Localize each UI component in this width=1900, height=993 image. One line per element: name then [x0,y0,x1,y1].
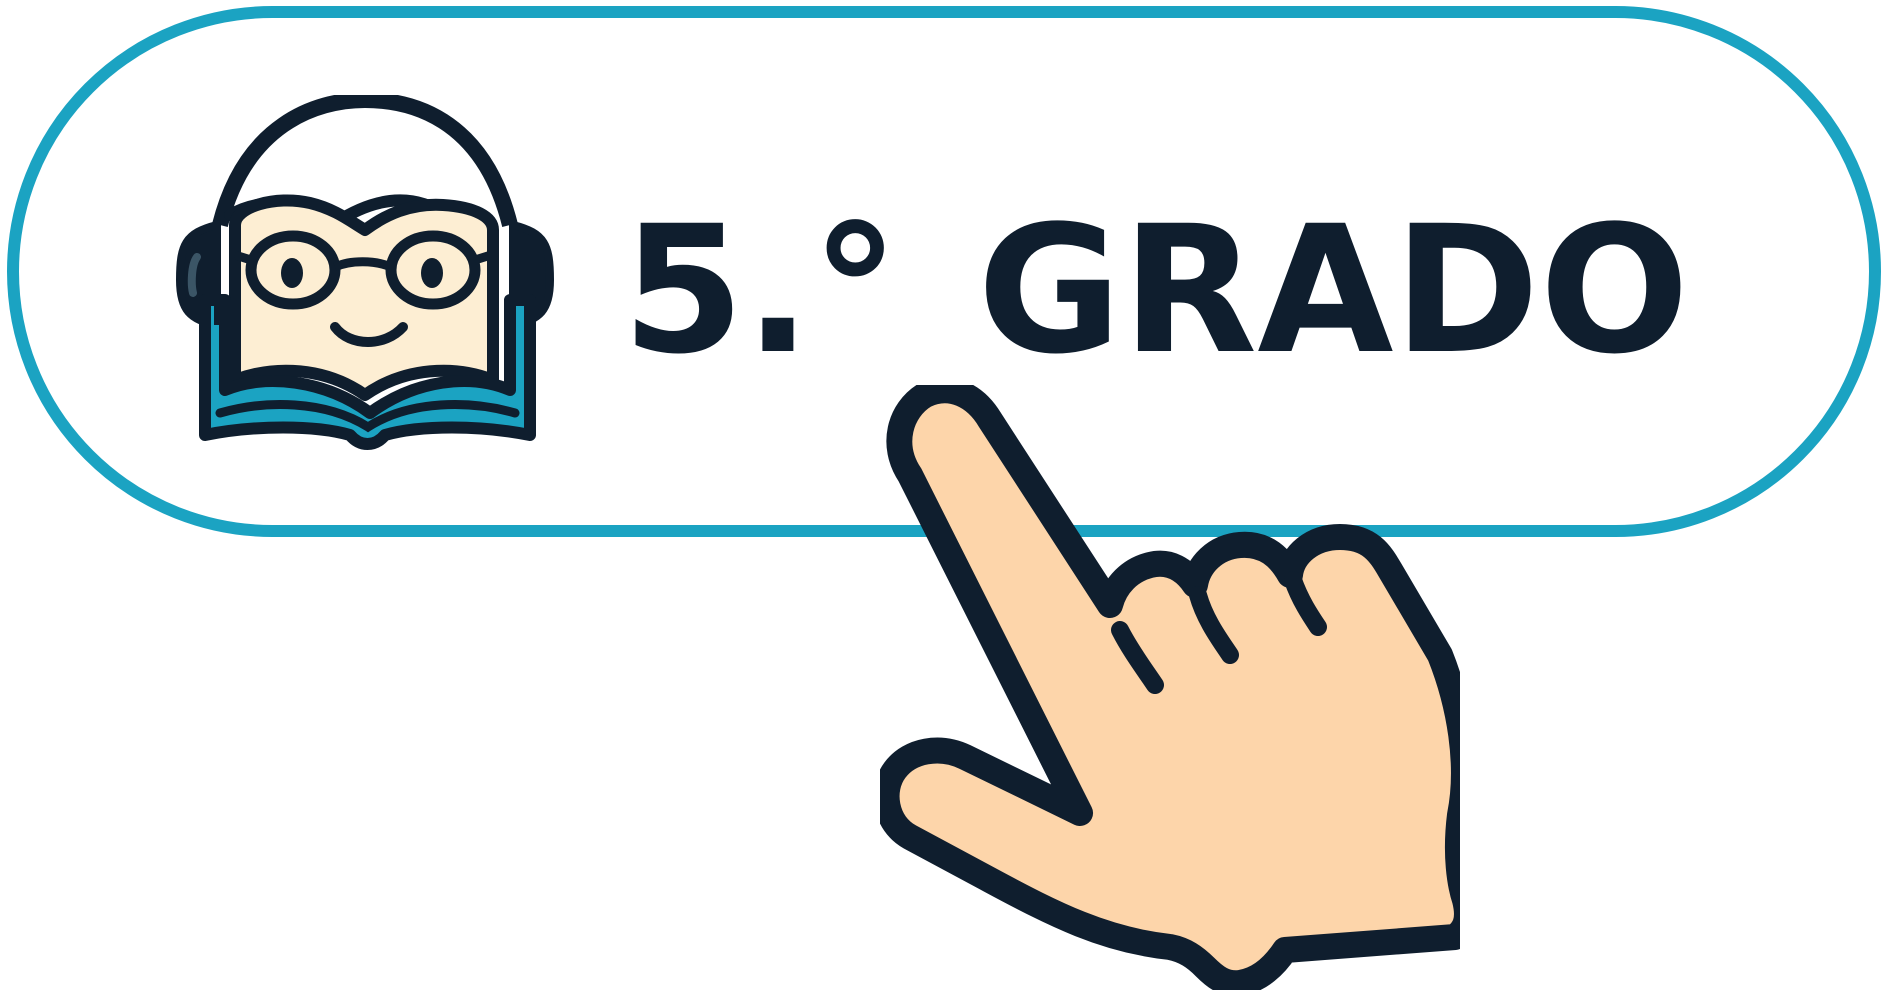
reading-student-icon [175,95,555,450]
stage: 5.° GRADO [0,0,1900,993]
grade-number: 5.° [622,187,900,393]
grade-label: 5.° GRADO [622,187,1690,393]
grade-word: GRADO [977,187,1690,393]
pointing-hand-icon [880,385,1460,990]
